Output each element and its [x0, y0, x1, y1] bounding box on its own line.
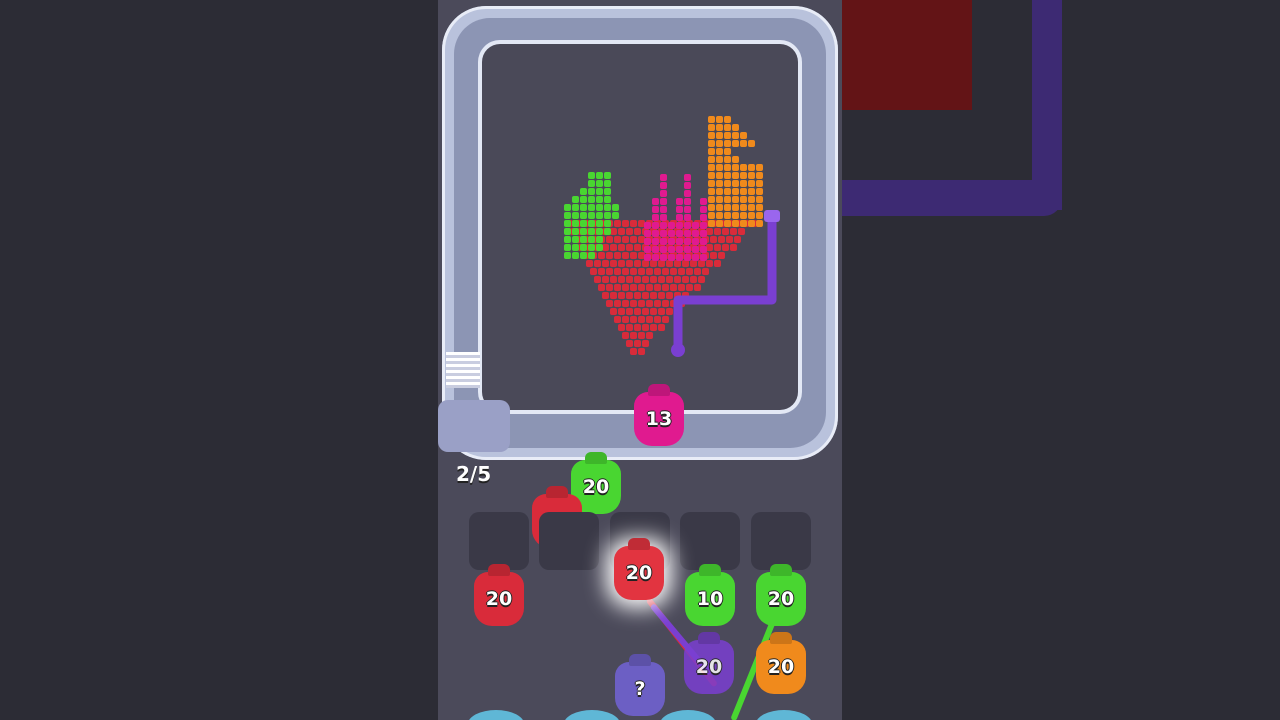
grid-blob[interactable]: 20	[684, 640, 734, 694]
grid-blob[interactable]: 20	[756, 640, 806, 694]
conveyor-blob-count: 13	[645, 408, 673, 430]
grid-blob[interactable]: 10	[685, 572, 735, 626]
bottom-bubble	[660, 710, 716, 720]
right-blurred-backdrop	[842, 0, 1280, 720]
grid-blob-count: 20	[767, 588, 795, 610]
grid-blob[interactable]: 20	[756, 572, 806, 626]
game-stage: 13 2/5 20 20 20 20 10 20 20 20 ?	[438, 0, 842, 720]
holding-slot[interactable]	[469, 512, 529, 570]
left-blurred-backdrop	[0, 0, 438, 720]
grid-blob[interactable]: 20	[474, 572, 524, 626]
purple-snake	[671, 210, 780, 357]
queue-blob-count: 20	[582, 476, 610, 498]
blob-dispenser	[438, 400, 510, 452]
grid-blob-count: 20	[695, 656, 723, 678]
belt-entrance-stripes	[446, 352, 480, 388]
grid-blob-count: 20	[767, 656, 795, 678]
conveyor-blob: 13	[634, 392, 684, 446]
mystery-blob[interactable]: ?	[615, 662, 665, 716]
bottom-bubble	[564, 710, 620, 720]
bottom-bubble	[756, 710, 812, 720]
holding-slot[interactable]	[680, 512, 740, 570]
grid-blob-count: 20	[625, 562, 653, 584]
grid-blob-count: 20	[485, 588, 513, 610]
holding-slot[interactable]	[751, 512, 811, 570]
holding-slot[interactable]	[539, 512, 599, 570]
bottom-bubble	[468, 710, 524, 720]
grid-blob-count: ?	[634, 678, 646, 700]
grid-blob-count: 10	[696, 588, 724, 610]
level-progress: 2/5	[456, 462, 492, 486]
pixel-art-board	[482, 44, 798, 410]
grid-blob-selected[interactable]: 20	[614, 546, 664, 600]
